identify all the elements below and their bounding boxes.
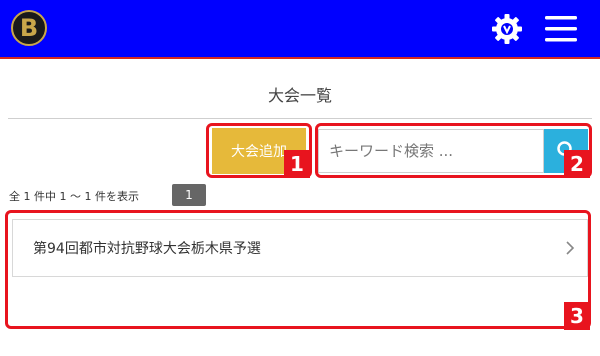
keyword-search-input[interactable] xyxy=(318,129,544,173)
gear-icon[interactable] xyxy=(490,12,524,46)
result-count-summary: 全 1 件中 1 ～ 1 件を表示 xyxy=(9,190,139,203)
brand-logo-icon[interactable]: B xyxy=(11,10,47,46)
title-divider xyxy=(8,118,592,119)
annotation-number-1: 1 xyxy=(284,150,310,178)
tournament-name: 第94回都市対抗野球大会栃木県予選 xyxy=(33,241,261,257)
tournament-list-item[interactable]: 第94回都市対抗野球大会栃木県予選 xyxy=(12,219,588,277)
chevron-right-icon xyxy=(566,241,575,255)
hamburger-menu-icon[interactable] xyxy=(543,12,579,46)
annotation-number-3: 3 xyxy=(564,302,590,330)
logo-letter: B xyxy=(19,14,39,42)
page-title: 大会一覧 xyxy=(267,86,332,105)
top-navbar: B xyxy=(0,0,600,59)
pagination-page-button[interactable]: 1 xyxy=(172,184,206,206)
annotation-number-2: 2 xyxy=(564,150,590,178)
